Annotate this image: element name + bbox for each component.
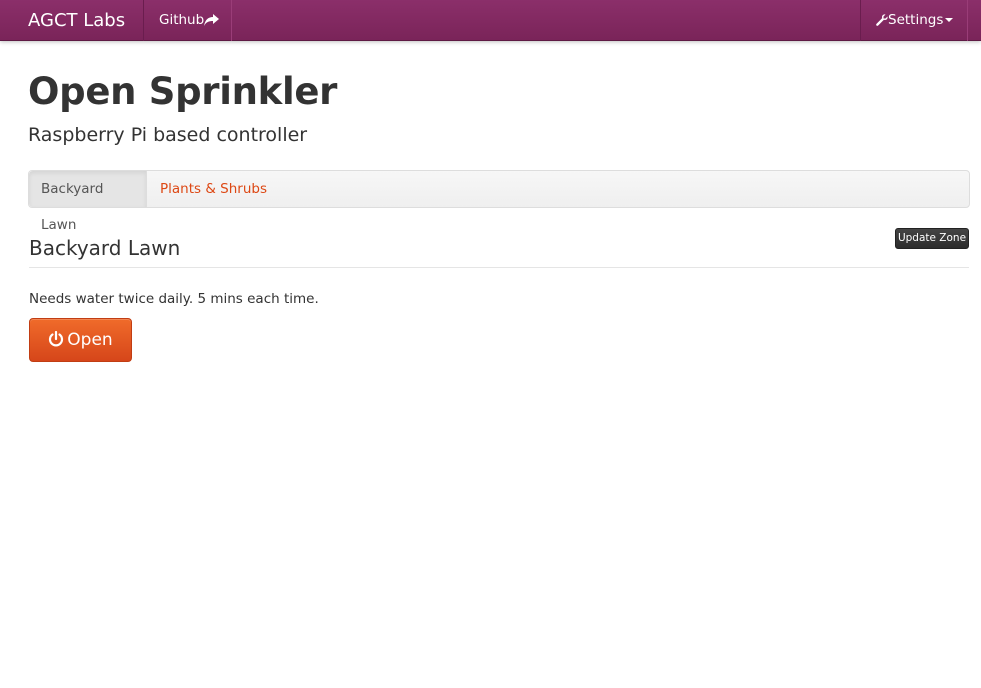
open-valve-button[interactable]: Open [29, 318, 132, 362]
power-icon [49, 330, 64, 347]
zone-tabs: Backyard Lawn Plants & Shrubs [28, 170, 970, 233]
caret-down-icon [945, 18, 954, 22]
update-zone-button[interactable]: Update Zone [895, 228, 969, 249]
tab-backyard-lawn[interactable]: Backyard Lawn [29, 171, 147, 233]
brand-link[interactable]: AGCT Labs [0, 0, 143, 41]
settings-dropdown[interactable]: Settings [860, 0, 968, 41]
share-arrow-icon [204, 14, 220, 26]
zone-description: Needs water twice daily. 5 mins each tim… [29, 291, 319, 307]
github-label: Github [159, 12, 205, 28]
page-title: Open Sprinkler [28, 70, 338, 113]
divider [29, 267, 969, 268]
github-link[interactable]: Github [143, 0, 232, 41]
wrench-icon [876, 14, 888, 26]
open-label: Open [67, 330, 113, 350]
page-subtitle: Raspberry Pi based controller [28, 124, 308, 146]
navbar: AGCT Labs Github Settings [0, 0, 981, 41]
zone-title: Backyard Lawn [29, 236, 181, 260]
settings-label: Settings [888, 12, 944, 28]
tab-plants-shrubs[interactable]: Plants & Shrubs [148, 171, 279, 207]
